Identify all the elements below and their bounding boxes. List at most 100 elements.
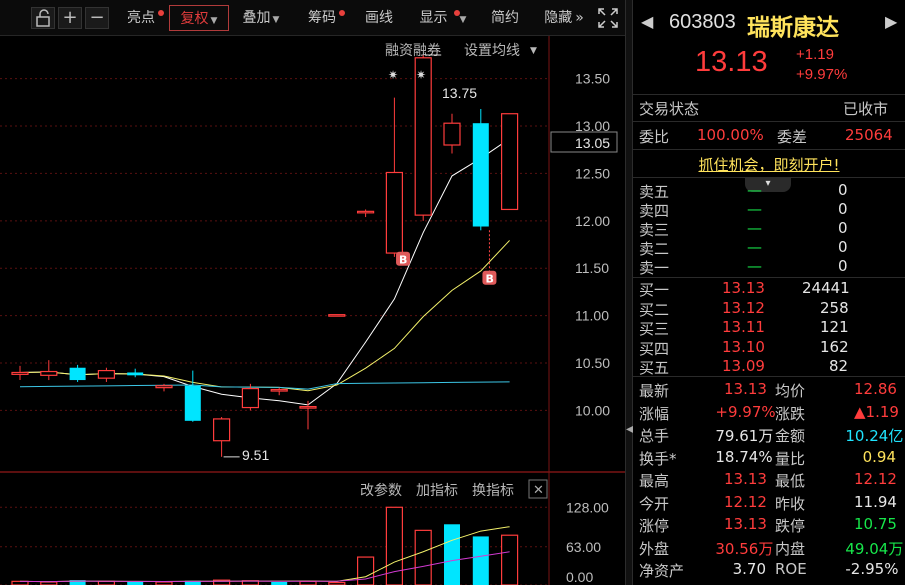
ask-level-label: 卖五 <box>639 183 670 201</box>
stat-row: 涨停 13.13 跌停 10.75 <box>633 515 905 535</box>
bid-row: 买二 13.12 258 <box>633 299 905 319</box>
unlock-icon[interactable] <box>31 7 55 29</box>
stat-row: 最新 13.13 均价 12.86 <box>633 380 905 400</box>
simple-button[interactable]: 简约 <box>479 5 531 31</box>
trade-status-value: 已收市 <box>843 100 889 118</box>
order-ratio-label: 委比 <box>639 128 670 146</box>
ma-dropdown-icon[interactable]: ▼ <box>530 46 537 56</box>
zoom-out-button[interactable]: − <box>85 7 109 29</box>
ma-line <box>19 138 510 406</box>
stat-label: 总手 <box>639 427 670 445</box>
volume-tick-label: 0.00 <box>566 569 593 585</box>
ask-volume: 0 <box>838 238 848 256</box>
volume-pane: 128.00 63.00 0.00 <box>0 499 609 585</box>
ask-level-label: 卖二 <box>639 240 670 258</box>
prev-stock-icon[interactable]: ◀ <box>641 12 653 31</box>
chips-button[interactable]: 筹码 <box>296 5 348 31</box>
panel-splitter[interactable]: ◀ <box>625 0 634 585</box>
stat-label: 外盘 <box>639 539 670 558</box>
price-tick-label: 10.50 <box>575 355 610 371</box>
stat-value: 10.75 <box>854 515 897 533</box>
stat-value: 18.74% <box>715 447 773 466</box>
stat-value: 12.12 <box>724 492 767 511</box>
candle-body <box>443 122 461 146</box>
ask-level-label: 卖三 <box>639 221 670 239</box>
chips-label: 筹码 <box>308 10 336 26</box>
hide-button[interactable]: 隐藏» <box>537 5 591 31</box>
ask-row: 卖四 — 0 <box>633 200 905 220</box>
draw-line-button[interactable]: 画线 <box>353 5 405 31</box>
stat-label: 最高 <box>639 472 670 490</box>
price-change-pct: +9.97% <box>796 66 848 83</box>
bid-row: 买四 13.10 162 <box>633 338 905 358</box>
expand-icon[interactable] <box>596 7 620 29</box>
bid-row: 买一 13.13 24441 <box>633 279 905 299</box>
adjust-rights-button[interactable]: 复权 ▼ <box>169 5 229 31</box>
bid-volume: 162 <box>820 337 849 356</box>
price-tick-label: 11.50 <box>575 260 609 276</box>
next-stock-icon[interactable]: ▶ <box>885 12 897 31</box>
stat-row: 总手 79.61万 金额 10.24亿 <box>633 425 905 445</box>
adjust-rights-label: 复权 <box>180 11 209 27</box>
price-tick-label: 12.50 <box>575 165 610 181</box>
close-icon: ✕ <box>533 483 544 498</box>
stock-name: 瑞斯康达 <box>747 15 839 41</box>
candle-body <box>299 406 317 409</box>
notify-dot <box>158 10 164 16</box>
stat-value: +9.97% <box>715 402 776 421</box>
candlesticks <box>11 54 519 457</box>
volume-bar <box>299 580 317 585</box>
volume-ma-line <box>19 551 510 583</box>
ask-level-label: 卖一 <box>639 259 670 277</box>
candle-body <box>472 123 489 227</box>
stat-label: 最低 <box>775 472 806 490</box>
candle-body <box>97 369 116 379</box>
open-account-link[interactable]: 抓住机会，即刻开户! <box>633 154 905 174</box>
bid-level-label: 买三 <box>639 320 670 338</box>
price-axis: 13.5013.0012.5012.0011.5011.0010.5010.00 <box>575 71 610 419</box>
stat-label: 涨幅 <box>639 404 670 423</box>
stat-row: 净资产 3.70 ROE -2.95% <box>633 560 905 580</box>
add-indicator-link[interactable]: 加指标 <box>416 482 458 498</box>
bid-volume: 82 <box>829 357 849 375</box>
order-diff-label: 委差 <box>777 128 808 146</box>
candle-body <box>357 210 375 214</box>
current-price-label: 13.05 <box>575 135 610 151</box>
bid-level-label: 买四 <box>639 339 670 358</box>
star-marker-icon: ✷ <box>388 68 398 82</box>
stat-value: 3.70 <box>732 560 766 578</box>
ask-price: — <box>747 257 762 275</box>
notify-dot <box>339 10 345 16</box>
bid-level-label: 买一 <box>639 281 670 299</box>
zoom-in-button[interactable]: + <box>58 7 82 29</box>
display-button[interactable]: 显示 ▼ <box>411 5 475 31</box>
price-tick-label: 13.50 <box>575 71 610 87</box>
price-change: +1.19 <box>796 46 834 63</box>
bid-volume: 121 <box>820 318 849 336</box>
switch-indicator-link[interactable]: 换指标 <box>472 482 514 498</box>
ma-setting-link[interactable]: 设置均线 <box>464 42 520 58</box>
buy-signal-label: B <box>485 273 493 286</box>
dropdown-arrow-icon: ▼ <box>459 15 467 25</box>
stat-label: 内盘 <box>775 539 806 558</box>
change-params-link[interactable]: 改参数 <box>360 482 402 498</box>
display-label: 显示 <box>419 10 448 26</box>
margin-trading-link[interactable]: 融资融券 <box>385 42 441 58</box>
overlay-button[interactable]: 叠加 ▼ <box>232 5 290 31</box>
highlight-button[interactable]: 亮点 <box>115 5 167 31</box>
kline-chart[interactable]: 13.5013.0012.5012.0011.5011.0010.5010.00… <box>0 36 625 585</box>
stat-value: ▲1.19 <box>854 402 899 421</box>
ask-level-label: 卖四 <box>639 202 670 220</box>
candle-body <box>40 370 58 376</box>
bid-row: 买三 13.11 121 <box>633 318 905 338</box>
stat-label: 换手* <box>639 449 677 468</box>
stat-row: 今开 12.12 昨收 11.94 <box>633 493 905 513</box>
bid-volume: 24441 <box>802 279 850 297</box>
ask-row: 卖五 — 0 <box>633 181 905 201</box>
stat-row: 涨幅 +9.97% 涨跌 ▲1.19 <box>633 403 905 423</box>
stat-label: 涨跌 <box>775 404 806 423</box>
overlay-label: 叠加 <box>242 10 271 26</box>
stat-value: 13.13 <box>724 470 767 488</box>
volume-bar <box>97 580 116 585</box>
stat-label: 量比 <box>775 449 806 468</box>
